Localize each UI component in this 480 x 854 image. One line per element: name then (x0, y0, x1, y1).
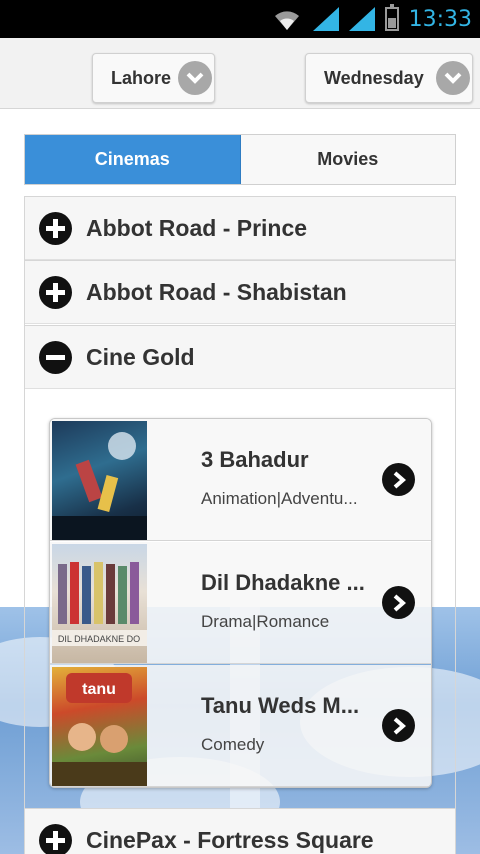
svg-text:DIL DHADAKNE DO: DIL DHADAKNE DO (58, 634, 140, 644)
city-select-label: Lahore (111, 67, 172, 88)
day-select[interactable]: Wednesday (305, 53, 473, 103)
main-content: Cinemas Movies Abbot Road - Prince Abbot… (0, 110, 480, 854)
status-bar: 13:33 (0, 0, 480, 38)
battery-icon (384, 4, 399, 31)
movie-poster: DIL DHADAKNE DO (52, 544, 147, 663)
tab-movies[interactable]: Movies (240, 135, 455, 184)
movie-genre: Drama|Romance (201, 612, 330, 631)
chevron-right-icon[interactable] (382, 586, 415, 619)
plus-icon (39, 823, 72, 854)
minus-icon (39, 340, 72, 374)
city-select[interactable]: Lahore (92, 53, 215, 103)
movie-genre: Comedy (201, 735, 265, 754)
tab-cinemas[interactable]: Cinemas (25, 135, 241, 184)
svg-text:tanu: tanu (82, 681, 116, 698)
filter-bar: Lahore Wednesday (0, 38, 480, 109)
signal-icon (312, 7, 339, 31)
cinema-item-abbot-road-prince[interactable]: Abbot Road - Prince (25, 196, 455, 260)
movie-list: 3 Bahadur Animation|Adventu... DIL DHADA… (49, 418, 432, 788)
day-select-label: Wednesday (324, 67, 424, 88)
movie-poster: tanu (52, 667, 147, 786)
clock: 13:33 (408, 6, 472, 32)
chevron-down-icon (178, 61, 212, 95)
plus-icon (39, 211, 72, 245)
chevron-right-icon[interactable] (382, 709, 415, 742)
cinema-accordion: Abbot Road - Prince Abbot Road - Shabist… (24, 196, 456, 854)
chevron-right-icon[interactable] (382, 463, 415, 496)
movie-item-dil-dhadakne-do[interactable]: DIL DHADAKNE DO Dil Dhadakne ... Drama|R… (50, 542, 431, 664)
movie-title: 3 Bahadur (201, 447, 309, 472)
movie-genre: Animation|Adventu... (201, 489, 358, 508)
movie-item-tanu-weds-manu[interactable]: tanu Tanu Weds M... Comedy (50, 665, 431, 787)
cinema-item-cine-gold[interactable]: Cine Gold (25, 325, 455, 389)
cinema-name: Cine Gold (86, 343, 195, 370)
wifi-icon (274, 11, 299, 30)
cinema-item-cinepax-fortress-square[interactable]: CinePax - Fortress Square (25, 808, 455, 854)
movie-poster (52, 421, 147, 540)
movie-title: Tanu Weds M... (201, 693, 360, 718)
movie-item-3-bahadur[interactable]: 3 Bahadur Animation|Adventu... (50, 419, 431, 541)
cinema-name: Abbot Road - Prince (86, 214, 308, 241)
signal-icon-2 (348, 7, 375, 31)
plus-icon (39, 275, 72, 309)
chevron-down-icon (436, 61, 470, 95)
movie-title: Dil Dhadakne ... (201, 570, 365, 595)
cinema-name: Abbot Road - Shabistan (86, 278, 347, 305)
status-icons: 13:33 (271, 4, 472, 34)
view-tabs: Cinemas Movies (24, 134, 456, 185)
cinema-name: CinePax - Fortress Square (86, 826, 374, 853)
cinema-item-abbot-road-shabistan[interactable]: Abbot Road - Shabistan (25, 260, 455, 324)
cine-gold-movies-panel: 3 Bahadur Animation|Adventu... DIL DHADA… (25, 390, 455, 808)
